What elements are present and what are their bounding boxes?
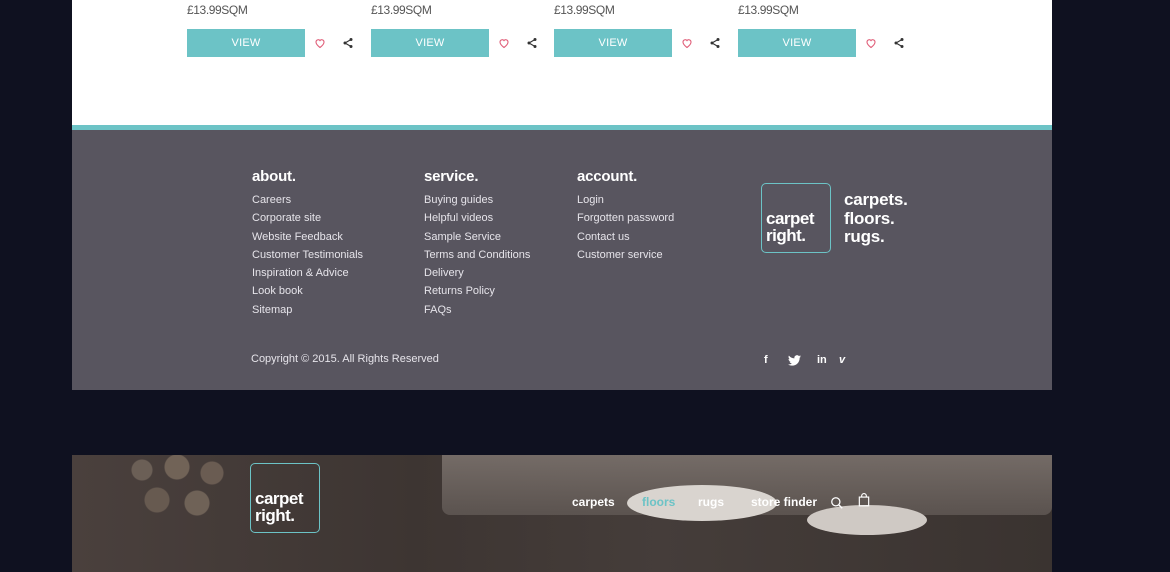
footer-link[interactable]: Look book [252, 282, 363, 300]
copyright-text: Copyright © 2015. All Rights Reserved [251, 353, 439, 365]
footer-link[interactable]: Customer service [577, 246, 674, 264]
product-price: £13.99SQM [371, 3, 432, 17]
firewood-image [122, 455, 242, 545]
share-icon[interactable] [342, 37, 354, 49]
footer-link[interactable]: Sample Service [424, 228, 530, 246]
share-icon[interactable] [893, 37, 905, 49]
view-button[interactable]: VIEW [738, 29, 856, 57]
footer-account-column: account. Login Forgotten password Contac… [577, 168, 674, 264]
footer-link[interactable]: Inspiration & Advice [252, 264, 363, 282]
hero-header: carpet right. carpets floors rugs store … [72, 455, 1052, 572]
footer-link[interactable]: Customer Testimonials [252, 246, 363, 264]
share-icon[interactable] [709, 37, 721, 49]
shopping-bag-icon[interactable] [857, 493, 871, 507]
footer-link[interactable]: Corporate site [252, 209, 363, 227]
product-price: £13.99SQM [554, 3, 615, 17]
heart-icon[interactable] [865, 37, 877, 49]
site-footer: about. Careers Corporate site Website Fe… [72, 125, 1052, 390]
footer-link[interactable]: Buying guides [424, 191, 530, 209]
logo-text-line2: right. [255, 506, 295, 525]
product-price: £13.99SQM [187, 3, 248, 17]
product-price: £13.99SQM [738, 3, 799, 17]
footer-link[interactable]: Sitemap [252, 301, 363, 319]
facebook-icon[interactable]: f [764, 354, 768, 366]
header-logo[interactable]: carpet right. [250, 463, 320, 533]
footer-service-heading: service. [424, 168, 479, 185]
product-panel [72, 0, 1052, 125]
nav-carpets[interactable]: carpets [572, 495, 615, 509]
share-icon[interactable] [526, 37, 538, 49]
heart-icon[interactable] [314, 37, 326, 49]
twitter-icon[interactable] [788, 355, 801, 366]
footer-about-column: about. Careers Corporate site Website Fe… [252, 168, 363, 319]
footer-tagline: carpets. floors. rugs. [844, 190, 908, 247]
view-button[interactable]: VIEW [371, 29, 489, 57]
nav-floors[interactable]: floors [642, 495, 675, 509]
logo-text-line1: carpet [766, 209, 815, 228]
footer-link[interactable]: Website Feedback [252, 228, 363, 246]
footer-about-heading: about. [252, 168, 296, 185]
tagline-line: floors. [844, 208, 895, 228]
footer-link[interactable]: Terms and Conditions [424, 246, 530, 264]
footer-link[interactable]: Helpful videos [424, 209, 530, 227]
tagline-line: carpets. [844, 190, 908, 209]
footer-link[interactable]: Contact us [577, 228, 674, 246]
tagline-line: rugs. [844, 227, 885, 246]
footer-link[interactable]: Delivery [424, 264, 530, 282]
footer-link[interactable]: Careers [252, 191, 363, 209]
footer-service-column: service. Buying guides Helpful videos Sa… [424, 168, 530, 319]
footer-link[interactable]: Returns Policy [424, 282, 530, 300]
view-button[interactable]: VIEW [554, 29, 672, 57]
linkedin-icon[interactable]: in [817, 354, 827, 366]
footer-link[interactable]: FAQs [424, 301, 530, 319]
footer-link[interactable]: Forgotten password [577, 209, 674, 227]
nav-store-finder[interactable]: store finder [751, 495, 817, 509]
nav-rugs[interactable]: rugs [698, 495, 724, 509]
search-icon[interactable] [830, 496, 844, 510]
side-table-image [807, 505, 927, 535]
view-button[interactable]: VIEW [187, 29, 305, 57]
footer-logo[interactable]: carpet right. [761, 183, 831, 253]
footer-link[interactable]: Login [577, 191, 674, 209]
footer-account-heading: account. [577, 168, 638, 185]
heart-icon[interactable] [498, 37, 510, 49]
logo-text-line1: carpet [255, 489, 304, 508]
heart-icon[interactable] [681, 37, 693, 49]
vimeo-icon[interactable]: v [839, 354, 845, 366]
logo-text-line2: right. [766, 226, 806, 245]
